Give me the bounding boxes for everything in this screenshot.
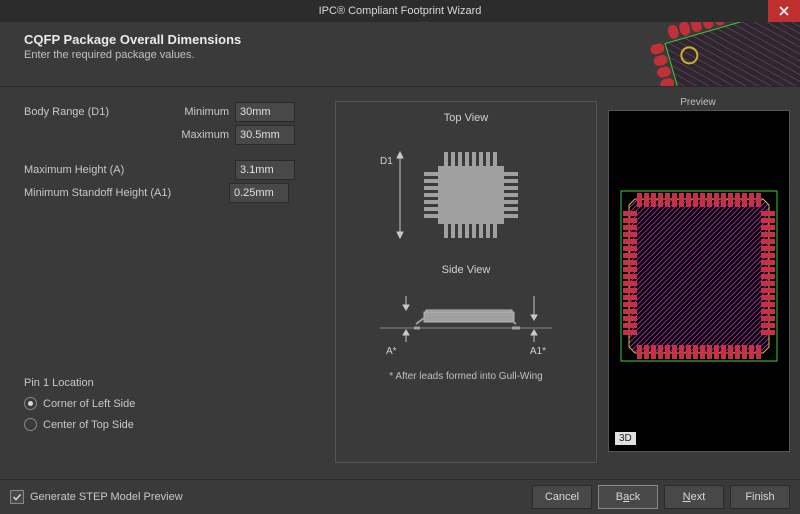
max-height-label: Maximum Height (A) bbox=[24, 164, 174, 176]
side-view-title: Side View bbox=[336, 264, 596, 276]
checkbox-icon bbox=[10, 490, 24, 504]
maximum-label: Maximum bbox=[174, 129, 235, 141]
preview-panel: Preview bbox=[608, 101, 788, 452]
side-view-labels: A* A1* bbox=[376, 346, 556, 357]
body-range-label: Body Range (D1) bbox=[24, 106, 174, 118]
min-standoff-input[interactable] bbox=[229, 183, 289, 203]
max-height-input[interactable] bbox=[235, 160, 295, 180]
radio-icon bbox=[24, 397, 37, 410]
cancel-button[interactable]: Cancel bbox=[532, 485, 592, 509]
pin1-title: Pin 1 Location bbox=[24, 377, 135, 389]
pin1-center-radio[interactable]: Center of Top Side bbox=[24, 418, 135, 431]
top-view-title: Top View bbox=[336, 112, 596, 124]
pin1-corner-radio[interactable]: Corner of Left Side bbox=[24, 397, 135, 410]
minimum-label: Minimum bbox=[174, 106, 235, 118]
header-art bbox=[610, 22, 800, 86]
back-button[interactable]: Back bbox=[598, 485, 658, 509]
body-range-max-input[interactable] bbox=[235, 125, 295, 145]
body-range-min-input[interactable] bbox=[235, 102, 295, 122]
titlebar: IPC® Compliant Footprint Wizard bbox=[0, 0, 800, 22]
finish-button[interactable]: Finish bbox=[730, 485, 790, 509]
side-view-diagram bbox=[366, 284, 566, 344]
pin1-center-label: Center of Top Side bbox=[43, 419, 134, 431]
diagram-footnote: * After leads formed into Gull-Wing bbox=[336, 371, 596, 382]
fields-panel: Body Range (D1) Minimum Maximum Maximum … bbox=[24, 101, 324, 205]
a1-label: A1* bbox=[530, 346, 546, 357]
min-standoff-label: Minimum Standoff Height (A1) bbox=[24, 187, 229, 199]
pin1-corner-label: Corner of Left Side bbox=[43, 398, 135, 410]
generate-step-label: Generate STEP Model Preview bbox=[30, 491, 183, 503]
a-label: A* bbox=[386, 346, 397, 357]
next-button[interactable]: Next bbox=[664, 485, 724, 509]
d1-label: D1 bbox=[380, 156, 393, 167]
preview-canvas[interactable]: 3D bbox=[608, 110, 790, 452]
close-button[interactable] bbox=[768, 0, 800, 22]
window-title: IPC® Compliant Footprint Wizard bbox=[319, 5, 482, 17]
wizard-header: CQFP Package Overall Dimensions Enter th… bbox=[0, 22, 800, 87]
generate-step-checkbox[interactable]: Generate STEP Model Preview bbox=[10, 490, 183, 504]
radio-icon bbox=[24, 418, 37, 431]
wizard-window: IPC® Compliant Footprint Wizard CQFP Pac… bbox=[0, 0, 800, 514]
3d-toggle[interactable]: 3D bbox=[615, 432, 636, 445]
wizard-body: Body Range (D1) Minimum Maximum Maximum … bbox=[0, 87, 800, 477]
preview-title: Preview bbox=[608, 97, 788, 108]
diagram-panel: Top View D1 bbox=[335, 101, 597, 463]
wizard-footer: Generate STEP Model Preview Cancel Back … bbox=[0, 479, 800, 514]
top-view-diagram: D1 bbox=[366, 134, 566, 254]
close-icon bbox=[779, 6, 789, 16]
pin1-panel: Pin 1 Location Corner of Left Side Cente… bbox=[24, 377, 135, 439]
